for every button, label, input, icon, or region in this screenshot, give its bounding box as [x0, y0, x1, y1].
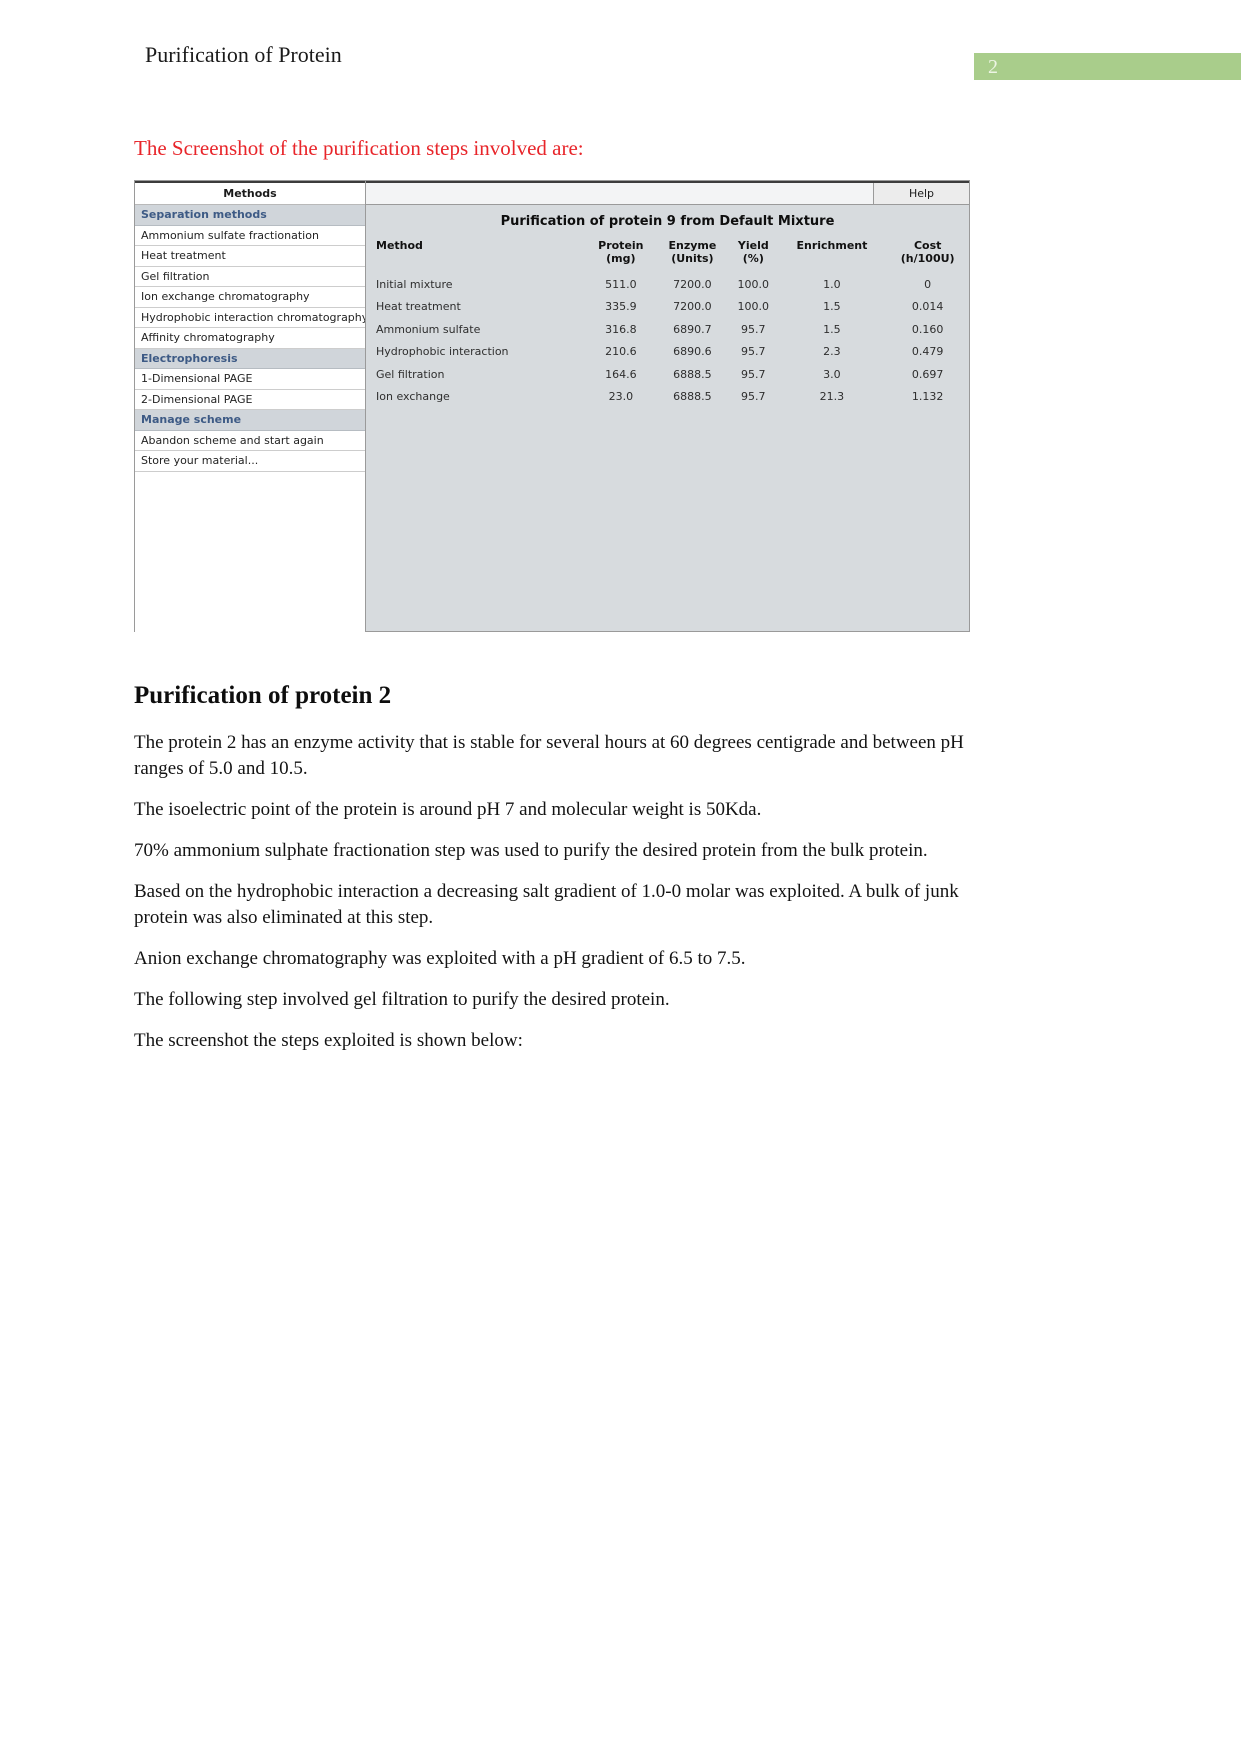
table-cell-cost: 0.014	[911, 300, 944, 314]
sidebar-item[interactable]: Store your material...	[135, 451, 365, 472]
body-content: Purification of protein 2 The protein 2 …	[134, 680, 974, 1069]
column-header: Method	[366, 239, 586, 273]
table-cell-method: Heat treatment	[376, 300, 461, 314]
column-header-name: Yield	[737, 239, 769, 252]
table-row[interactable]: Heat treatment 335.9 7200.0 100.0 1.5 0.014	[366, 296, 969, 319]
table-row[interactable]: Ion exchange 23.0 6888.5 95.7 21.3 1.132	[366, 386, 969, 409]
sidebar-item[interactable]: Ion exchange chromatography	[135, 287, 365, 308]
column-header-name: Enzyme	[668, 239, 717, 252]
body-paragraph: The isoelectric point of the protein is …	[134, 799, 762, 820]
table-cell-enzyme: 6890.7	[673, 322, 712, 336]
table-cell-enrichment: 1.5	[823, 300, 841, 314]
table-cell-cost: 0	[924, 277, 932, 291]
paragraph-list: The protein 2 has an enzyme activity tha…	[134, 730, 974, 1054]
body-paragraph: Based on the hydrophobic interaction a d…	[134, 881, 959, 928]
table-cell-enzyme: 7200.0	[673, 300, 712, 314]
table-cell-cost: 0.697	[911, 367, 944, 381]
page-number-value: 2	[988, 56, 998, 78]
table-cell-protein: 511.0	[605, 277, 637, 291]
body-paragraph: 70% ammonium sulphate fractionation step…	[134, 840, 928, 861]
table-cell-enzyme: 7200.0	[673, 277, 712, 291]
table-cell-enrichment: 1.0	[823, 277, 841, 291]
table-row[interactable]: Hydrophobic interaction 210.6 6890.6 95.7 2.…	[366, 341, 969, 364]
body-paragraph: Anion exchange chromatography was exploi…	[134, 948, 746, 969]
embedded-app-screenshot: Methods Separation methods Ammonium sulfa…	[134, 180, 970, 634]
table-cell-method: Ion exchange	[376, 390, 450, 404]
purification-results-table: Method Protein (mg) Enzyme (Units) Yield (%) En…	[366, 239, 969, 408]
document-header: Purification of Protein 2	[0, 0, 1241, 100]
sidebar-item[interactable]: Hydrophobic interaction chromatography	[135, 307, 365, 328]
table-row[interactable]: Ammonium sulfate 316.8 6890.7 95.7 1.5 0.160	[366, 318, 969, 341]
table-cell-enrichment: 3.0	[823, 367, 841, 381]
screenshot-intro-heading: The Screenshot of the purification steps…	[134, 136, 584, 160]
column-header-name: Protein	[598, 239, 644, 252]
table-cell-yield: 95.7	[741, 345, 766, 359]
column-header: Cost (h/100U)	[886, 239, 969, 273]
sidebar-item[interactable]: 1-Dimensional PAGE	[135, 369, 365, 390]
app-main-pane: Help Purification of protein 9 from Defa…	[366, 181, 969, 631]
table-cell-enzyme: 6888.5	[673, 367, 712, 381]
table-cell-method: Ammonium sulfate	[376, 322, 481, 336]
table-cell-method: Hydrophobic interaction	[376, 345, 509, 359]
table-cell-yield: 95.7	[741, 367, 766, 381]
column-header-unit: (mg)	[606, 252, 636, 265]
table-cell-yield: 95.7	[741, 322, 766, 336]
sidebar-section-header: Electrophoresis	[135, 348, 365, 369]
table-cell-cost: 0.479	[911, 345, 944, 359]
column-header-unit: (Units)	[671, 252, 714, 265]
table-cell-enzyme: 6890.6	[673, 345, 712, 359]
column-header-unit: (h/100U)	[900, 252, 955, 265]
sidebar-item[interactable]: Abandon scheme and start again	[135, 430, 365, 451]
table-cell-enrichment: 1.5	[823, 322, 841, 336]
sidebar-empty-area	[135, 471, 365, 634]
app-toolbar: Help	[366, 181, 969, 205]
sidebar-section-header: Separation methods	[135, 205, 365, 226]
app-sidebar: Methods Separation methods Ammonium sulfa…	[135, 181, 366, 634]
results-table-header-row: Method Protein (mg) Enzyme (Units) Yield (%) En…	[366, 239, 969, 273]
table-cell-enzyme: 6888.5	[673, 390, 712, 404]
body-paragraph: The protein 2 has an enzyme activity tha…	[134, 732, 964, 779]
table-cell-cost: 1.132	[911, 390, 944, 404]
body-paragraph: The following step involved gel filtrati…	[134, 989, 670, 1010]
table-row[interactable]: Gel filtration 164.6 6888.5 95.7 3.0 0.697	[366, 363, 969, 386]
table-cell-yield: 100.0	[737, 277, 770, 291]
sidebar-header: Methods	[135, 181, 365, 205]
sidebar-item[interactable]: Gel filtration	[135, 266, 365, 287]
page-number-badge: 2	[974, 53, 1241, 80]
table-cell-protein: 164.6	[605, 367, 637, 381]
table-cell-enrichment: 2.3	[823, 345, 841, 359]
column-header-name: Enrichment	[796, 239, 868, 252]
table-cell-protein: 210.6	[605, 345, 637, 359]
column-header: Enrichment	[777, 239, 886, 273]
sidebar-section-header: Manage scheme	[135, 410, 365, 431]
page-title: Purification of Protein	[145, 42, 342, 67]
results-table-title: Purification of protein 9 from Default M…	[500, 214, 835, 229]
table-cell-protein: 335.9	[605, 300, 637, 314]
column-header: Protein (mg)	[586, 239, 656, 273]
sidebar-item[interactable]: Affinity chromatography	[135, 328, 365, 349]
section-title: Purification of protein 2	[134, 682, 392, 709]
table-cell-yield: 95.7	[741, 390, 766, 404]
help-button[interactable]: Help	[873, 183, 969, 204]
column-header-name: Cost	[913, 239, 942, 252]
table-cell-yield: 100.0	[737, 300, 770, 314]
table-row[interactable]: Initial mixture 511.0 7200.0 100.0 1.0 0	[366, 273, 969, 296]
sidebar-item-list: Separation methods Ammonium sulfate fract…	[135, 205, 365, 472]
sidebar-item[interactable]: 2-Dimensional PAGE	[135, 389, 365, 410]
sidebar-item[interactable]: Heat treatment	[135, 246, 365, 267]
column-header: Enzyme (Units)	[656, 239, 729, 273]
column-header-name: Method	[376, 239, 423, 252]
table-cell-protein: 23.0	[608, 390, 634, 404]
results-table-body: Initial mixture 511.0 7200.0 100.0 1.0 0 Heat …	[366, 273, 969, 408]
table-cell-cost: 0.160	[911, 322, 944, 336]
results-table-head: Method Protein (mg) Enzyme (Units) Yield (%) En…	[366, 239, 969, 273]
column-header-unit: (%)	[742, 252, 764, 265]
body-paragraph: The screenshot the steps exploited is sh…	[134, 1030, 523, 1051]
column-header: Yield (%)	[729, 239, 777, 273]
table-cell-method: Gel filtration	[376, 367, 445, 381]
table-cell-protein: 316.8	[605, 322, 637, 336]
table-cell-method: Initial mixture	[376, 277, 453, 291]
sidebar-item[interactable]: Ammonium sulfate fractionation	[135, 225, 365, 246]
table-cell-enrichment: 21.3	[819, 390, 845, 404]
